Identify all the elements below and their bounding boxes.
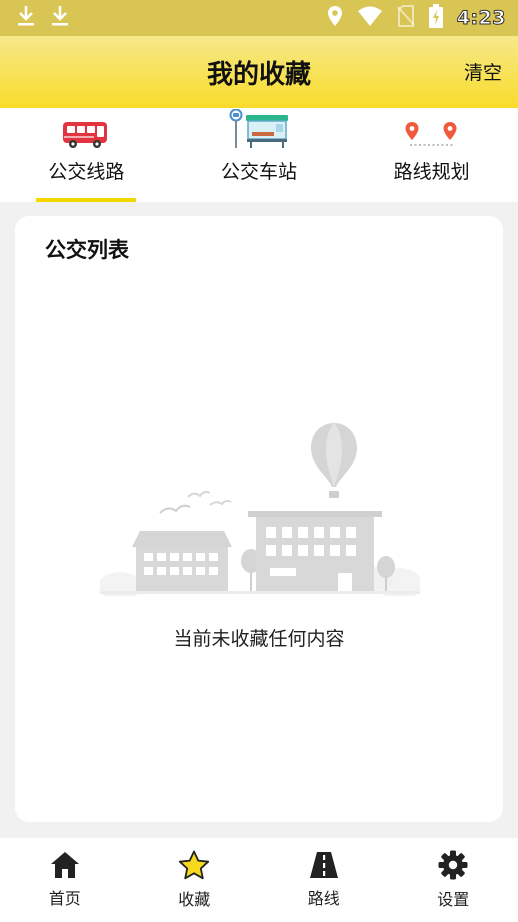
no-sim-icon [396,5,415,31]
tab-route-planning[interactable]: 路线规划 [345,108,518,202]
bus-icon [62,121,110,153]
page-title: 我的收藏 [206,59,311,90]
download-icon [16,4,36,32]
bottom-nav: 首页 收藏 路线 设置 [0,838,518,922]
tab-bus-stops[interactable]: 公交车站 [173,108,346,202]
download-icon [50,4,70,32]
empty-state-message: 当前未收藏任何内容 [173,628,345,650]
status-bar: 4:23 [0,0,518,36]
nav-settings[interactable]: 设置 [389,838,518,922]
tab-label: 公交车站 [221,161,298,183]
card-title: 公交列表 [45,238,129,262]
nav-label: 路线 [307,889,340,908]
wifi-icon [357,5,383,31]
gear-icon [438,850,468,884]
star-icon [178,850,210,884]
nav-favorites[interactable]: 收藏 [130,838,260,922]
nav-route[interactable]: 路线 [259,838,389,922]
tab-bar: 公交线路 公交车站 路线规划 [0,108,518,202]
route-pins-icon [404,121,460,153]
location-icon [327,5,343,31]
active-tab-indicator [36,198,136,202]
tab-label: 路线规划 [393,161,470,183]
status-right: 4:23 [327,4,506,32]
tab-bus-lines[interactable]: 公交线路 [0,108,173,202]
home-icon [50,851,80,883]
tab-label: 公交线路 [48,161,125,183]
nav-label: 首页 [48,889,81,908]
battery-charging-icon [428,4,443,32]
favorites-card: 公交列表 当前未收藏任何内容 [15,216,503,822]
road-icon [309,851,339,883]
empty-state-illustration [98,421,422,600]
title-bar: 我的收藏 清空 [0,36,518,108]
nav-home[interactable]: 首页 [0,838,130,922]
bus-stop-icon [228,108,290,153]
status-left [16,4,70,32]
nav-label: 设置 [437,890,470,909]
clear-button[interactable]: 清空 [464,58,502,85]
nav-label: 收藏 [178,890,211,909]
status-time: 4:23 [456,7,506,30]
